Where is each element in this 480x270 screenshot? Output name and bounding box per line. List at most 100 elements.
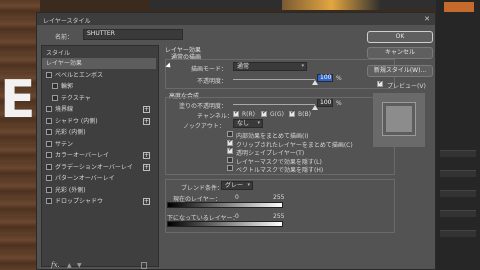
style-list-item-label: グラデーションオーバーレイ xyxy=(55,163,133,171)
chevron-down-icon: ▾ xyxy=(301,63,304,69)
style-checkbox[interactable] xyxy=(46,117,52,124)
this-layer-max: 255 xyxy=(273,194,285,201)
layers-panel-row[interactable] xyxy=(440,230,476,237)
style-list-item[interactable]: レイヤー効果 xyxy=(42,58,156,69)
knockout-dropdown[interactable]: なし ▾ xyxy=(233,119,263,128)
blending-option-checkbox[interactable] xyxy=(227,131,233,137)
style-list-item[interactable]: テクスチャ xyxy=(42,93,156,104)
style-checkbox[interactable] xyxy=(46,106,52,112)
style-checkbox[interactable] xyxy=(46,71,52,78)
move-down-icon[interactable]: ▼ xyxy=(77,262,82,269)
blending-option-checkbox[interactable] xyxy=(227,138,233,146)
style-checkbox[interactable] xyxy=(46,198,52,204)
fill-opacity-unit: % xyxy=(336,100,342,107)
blend-if-value: グレー xyxy=(225,182,244,189)
channel-checkbox[interactable] xyxy=(261,109,267,117)
layers-panel-row[interactable] xyxy=(440,150,476,157)
this-layer-gradient-bar[interactable] xyxy=(167,202,283,208)
blend-mode-dropdown[interactable]: 通常 ▾ xyxy=(233,62,307,71)
style-checkbox[interactable] xyxy=(52,83,58,89)
preview-inner-swatch xyxy=(383,103,415,135)
style-list-item-label: 光彩 (外側) xyxy=(55,186,86,194)
blend-if-dropdown[interactable]: グレー ▾ xyxy=(221,181,253,190)
knockout-value: なし xyxy=(237,120,250,127)
blend-mode-label: 描画モード： xyxy=(191,66,228,73)
style-list: スタイル レイヤー効果 ベベルとエンボス 輪郭 テクスチャ 境界線 + シャドウ (内側) +… xyxy=(41,45,159,267)
cancel-button[interactable]: キャンセル xyxy=(367,47,433,59)
blending-option-checkbox[interactable] xyxy=(227,146,233,154)
ok-button[interactable]: OK xyxy=(367,31,433,43)
style-list-item[interactable]: 境界線 + xyxy=(42,104,156,115)
layers-panel-row[interactable] xyxy=(440,210,476,217)
chevron-down-icon: ▾ xyxy=(247,182,250,188)
style-list-item-label: 光彩 (内側) xyxy=(55,129,86,136)
style-checkbox[interactable] xyxy=(46,140,52,147)
style-list-item[interactable]: 光彩 (外側) xyxy=(42,185,156,196)
style-list-item[interactable]: シャドウ (内側) + xyxy=(42,116,156,127)
style-list-item[interactable]: サテン xyxy=(42,139,156,150)
knockout-label: ノックアウト： xyxy=(183,123,225,130)
canvas-text: E xyxy=(0,70,36,130)
fill-opacity-slider-track[interactable] xyxy=(233,104,315,105)
style-list-item[interactable]: ベベルとエンボス xyxy=(42,70,156,81)
style-checkbox[interactable] xyxy=(46,163,52,170)
style-checkbox[interactable] xyxy=(46,152,52,158)
style-checkbox[interactable] xyxy=(46,175,52,181)
trash-icon[interactable] xyxy=(141,262,147,269)
fill-opacity-input[interactable]: 100 xyxy=(317,99,333,107)
style-list-item[interactable]: パターンオーバーレイ xyxy=(42,173,156,184)
style-list-item-label: 境界線 xyxy=(55,106,74,113)
layer-thumbnail xyxy=(444,2,474,12)
style-list-item-label: カラーオーバーレイ xyxy=(55,152,109,159)
this-layer-min: 0 xyxy=(235,194,239,201)
blending-option-checkbox[interactable] xyxy=(227,156,233,163)
style-list-item[interactable]: ドロップシャドウ + xyxy=(42,196,156,207)
layer-style-dialog: レイヤースタイル ✕ 名前： SHUTTER スタイル レイヤー効果 ベベルとエン… xyxy=(36,12,436,270)
workspace-top-strip xyxy=(150,0,480,10)
add-effect-icon[interactable]: + xyxy=(143,152,150,159)
channel-checkbox[interactable] xyxy=(233,109,239,117)
style-list-item-label: 輪郭 xyxy=(61,83,74,90)
preview-checkbox[interactable] xyxy=(377,79,383,87)
style-list-item-label: サテン xyxy=(55,140,74,148)
style-list-item[interactable]: 光彩 (内側) xyxy=(42,127,156,138)
style-checkbox[interactable] xyxy=(46,129,52,135)
canvas-background-wood xyxy=(0,0,40,270)
blending-option-checkbox[interactable] xyxy=(227,165,233,171)
new-style-button[interactable]: 新規スタイル(W)... xyxy=(367,65,433,77)
close-icon[interactable]: ✕ xyxy=(424,15,430,23)
layers-panel-row[interactable] xyxy=(440,170,476,177)
chevron-down-icon: ▾ xyxy=(257,120,260,126)
add-effect-icon[interactable]: + xyxy=(143,163,150,171)
opacity-slider-track[interactable] xyxy=(233,79,315,80)
underlying-layer-gradient-bar[interactable] xyxy=(167,221,283,227)
add-effect-icon[interactable]: + xyxy=(143,117,150,125)
move-up-icon[interactable]: ▲ xyxy=(67,262,72,269)
opacity-input[interactable]: 100 xyxy=(317,74,333,82)
style-list-item-label: ドロップシャドウ xyxy=(55,198,104,205)
style-list-item-label: パターンオーバーレイ xyxy=(55,175,115,182)
channel-label: R(R) xyxy=(242,111,256,118)
channel-label: G(G) xyxy=(270,111,284,118)
add-effect-icon[interactable]: + xyxy=(143,106,150,113)
style-list-item-label: ベベルとエンボス xyxy=(55,71,104,79)
style-list-item-label: テクスチャ xyxy=(61,94,91,102)
style-list-item[interactable]: グラデーションオーバーレイ + xyxy=(42,162,156,173)
name-field[interactable]: SHUTTER xyxy=(83,29,183,40)
opacity-unit: % xyxy=(336,75,342,82)
fx-icon[interactable]: fx. xyxy=(51,261,60,269)
style-checkbox[interactable] xyxy=(46,186,52,193)
add-effect-icon[interactable]: + xyxy=(143,198,150,205)
channel-checkbox[interactable] xyxy=(289,109,295,117)
opacity-label: 不透明度： xyxy=(197,78,228,85)
dialog-titlebar[interactable]: レイヤースタイル ✕ xyxy=(37,13,435,25)
style-checkbox[interactable] xyxy=(52,94,58,101)
preview-label: プレビュー(V) xyxy=(387,83,426,90)
style-list-item[interactable]: 輪郭 xyxy=(42,81,156,92)
fill-opacity-label: 塗りの不透明度： xyxy=(179,103,228,110)
style-list-item[interactable]: カラーオーバーレイ + xyxy=(42,150,156,161)
layers-panel-row[interactable] xyxy=(440,190,476,197)
blending-option-label: ベクトルマスクで効果を隠す(H) xyxy=(236,167,324,174)
style-list-item-label: シャドウ (内側) xyxy=(55,117,98,125)
underlying-layer-max: 255 xyxy=(273,213,285,220)
